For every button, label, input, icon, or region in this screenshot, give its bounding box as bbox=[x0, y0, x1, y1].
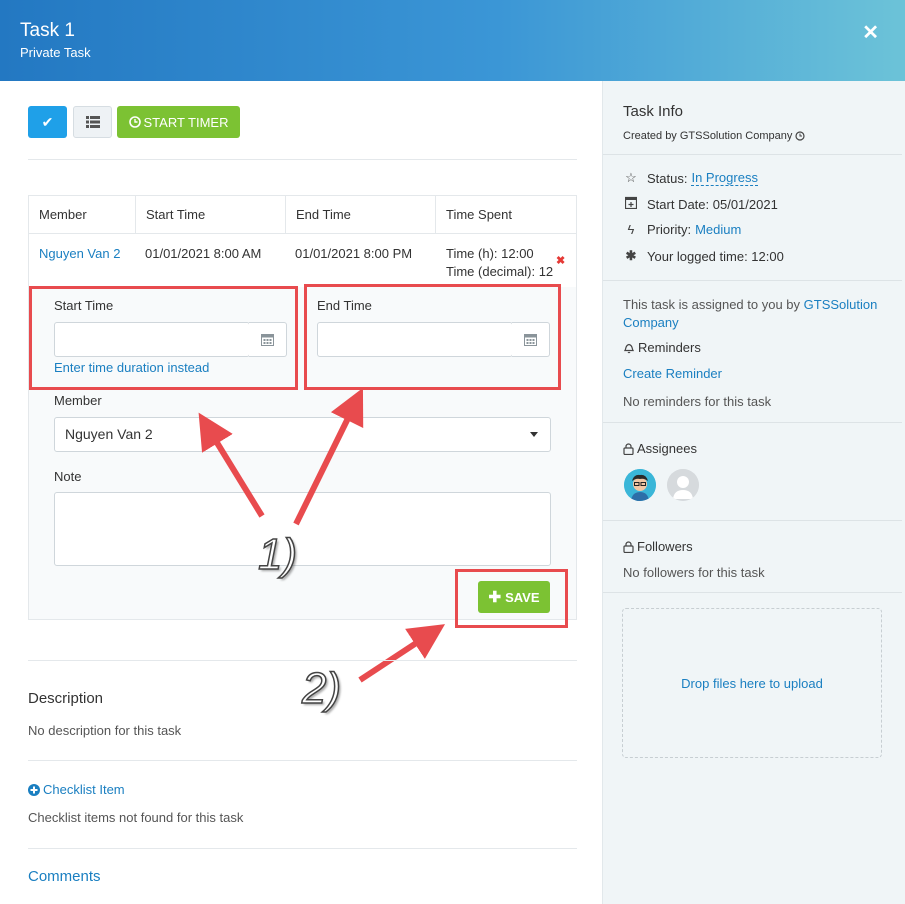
assignees-title: Assignees bbox=[637, 441, 697, 456]
created-by-text: Created by GTSSolution Company bbox=[623, 130, 793, 142]
create-reminder-link[interactable]: Create Reminder bbox=[623, 366, 722, 381]
panel-divider bbox=[603, 520, 902, 521]
assignees-header: Assignees bbox=[623, 441, 697, 456]
checklist-empty-text: Checklist items not found for this task bbox=[28, 810, 244, 825]
arrow-to-start-time bbox=[198, 412, 265, 518]
reminders-header: Reminders bbox=[623, 340, 701, 355]
status-row: ☆ Status: In Progress bbox=[623, 170, 758, 186]
no-reminders-text: No reminders for this task bbox=[623, 394, 772, 409]
section-divider bbox=[28, 660, 577, 661]
description-title: Description bbox=[28, 690, 104, 707]
lock-icon bbox=[623, 442, 634, 455]
asterisk-icon: ✱ bbox=[625, 248, 637, 263]
calendar-plus-icon bbox=[623, 196, 639, 212]
panel-divider bbox=[603, 280, 902, 281]
panel-divider bbox=[603, 422, 902, 423]
bell-icon bbox=[623, 343, 635, 354]
user-placeholder-icon bbox=[667, 469, 699, 501]
dropzone-text: Drop files here to upload bbox=[681, 675, 823, 691]
annotation-label-2: 2) bbox=[301, 663, 342, 714]
no-followers-text: No followers for this task bbox=[623, 565, 765, 580]
comments-tab[interactable]: Comments bbox=[28, 868, 101, 885]
assignee-avatar-2[interactable] bbox=[667, 469, 699, 501]
start-date-text: Start Date: 05/01/2021 bbox=[647, 196, 778, 212]
logged-time-text: Your logged time: 12:00 bbox=[647, 248, 784, 264]
assignee-avatar-1[interactable] bbox=[624, 469, 656, 501]
start-date-row: Start Date: 05/01/2021 bbox=[623, 196, 778, 212]
panel-divider bbox=[603, 154, 902, 155]
assigned-prefix: This task is assigned to you by bbox=[623, 297, 801, 312]
bolt-icon: ϟ bbox=[627, 222, 635, 237]
clock-icon bbox=[795, 131, 805, 141]
status-value[interactable]: In Progress bbox=[691, 170, 758, 186]
plus-circle-icon bbox=[28, 783, 40, 796]
star-half-icon: ☆ bbox=[625, 170, 637, 185]
status-label: Status: bbox=[647, 170, 688, 186]
followers-header: Followers bbox=[623, 539, 693, 554]
arrow-to-end-time bbox=[293, 387, 364, 526]
assigned-by-text: This task is assigned to you by GTSSolut… bbox=[623, 296, 888, 332]
checklist-link-label: Checklist Item bbox=[43, 782, 125, 797]
priority-label: Priority: bbox=[647, 222, 692, 237]
user-avatar-icon bbox=[624, 469, 656, 501]
logged-time-row: ✱ Your logged time: 12:00 bbox=[623, 248, 784, 264]
lock-icon bbox=[623, 540, 634, 553]
priority-row: ϟ Priority: Medium bbox=[623, 222, 742, 237]
arrow-to-save bbox=[358, 624, 446, 683]
followers-title: Followers bbox=[637, 539, 693, 554]
reminders-title: Reminders bbox=[638, 340, 701, 355]
priority-value[interactable]: Medium bbox=[695, 222, 741, 237]
section-divider bbox=[28, 848, 577, 849]
panel-divider bbox=[603, 592, 902, 593]
created-by: Created by GTSSolution Company bbox=[623, 130, 805, 142]
annotation-label-1: 1) bbox=[257, 529, 298, 580]
add-checklist-item-link[interactable]: Checklist Item bbox=[28, 782, 125, 797]
description-text: No description for this task bbox=[28, 723, 182, 738]
task-info-title: Task Info bbox=[623, 103, 684, 120]
section-divider bbox=[28, 760, 577, 761]
file-dropzone[interactable]: Drop files here to upload bbox=[622, 608, 882, 758]
